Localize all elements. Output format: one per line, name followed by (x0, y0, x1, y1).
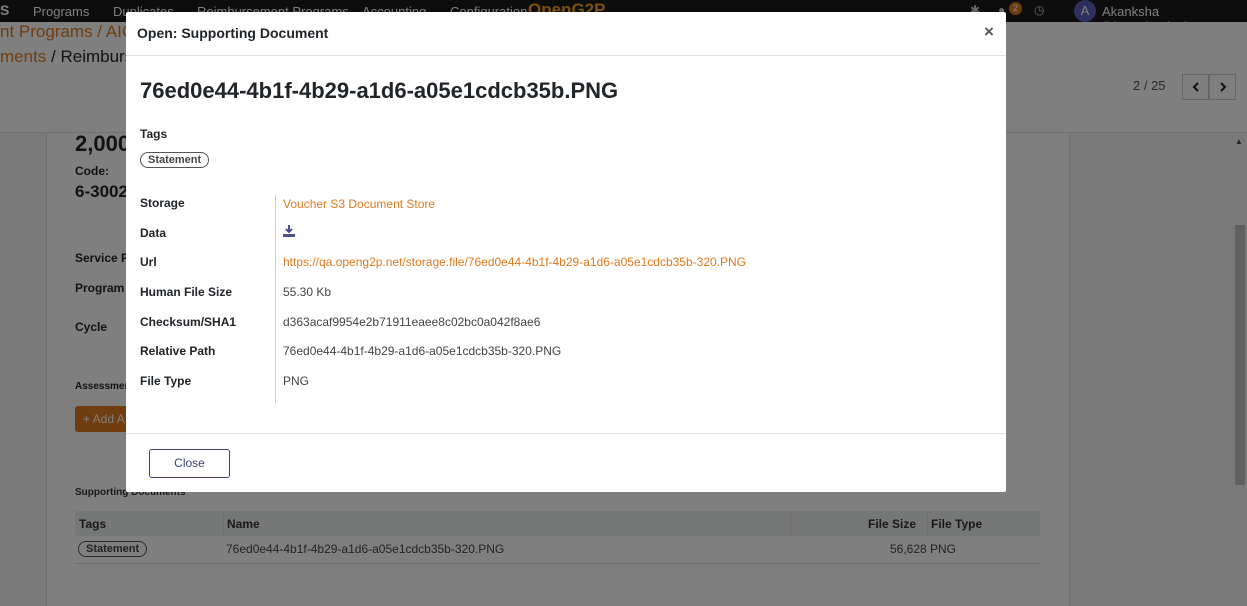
storage-link[interactable]: Voucher S3 Document Store (283, 197, 435, 211)
tags-label: Tags (140, 127, 168, 141)
relative-path-label: Relative Path (140, 344, 216, 358)
field-separator (275, 195, 276, 403)
dialog-footer: Close (126, 433, 1006, 492)
data-label: Data (140, 226, 167, 240)
storage-label: Storage (140, 196, 185, 210)
file-type-value: PNG (283, 374, 310, 388)
checksum-value: d363acaf9954e2b71911eaee8c02bc0a042f8ae6 (283, 315, 541, 329)
url-label: Url (140, 255, 157, 269)
document-dialog: Open: Supporting Document × 76ed0e44-4b1… (126, 12, 1006, 492)
download-button[interactable] (283, 225, 295, 240)
dialog-header: Open: Supporting Document × (126, 12, 1006, 56)
close-button[interactable]: Close (149, 449, 230, 478)
file-type-label: File Type (140, 374, 192, 388)
download-icon (283, 225, 295, 237)
human-file-size-value: 55.30 Kb (283, 285, 332, 299)
url-link[interactable]: https://qa.openg2p.net/storage.file/76ed… (283, 255, 746, 269)
relative-path-value: 76ed0e44-4b1f-4b29-a1d6-a05e1cdcb35b-320… (283, 344, 562, 358)
checksum-label: Checksum/SHA1 (140, 315, 237, 329)
document-name: 76ed0e44-4b1f-4b29-a1d6-a05e1cdcb35b.PNG (140, 78, 619, 103)
tag-badge[interactable]: Statement (140, 152, 210, 168)
dialog-title: Open: Supporting Document (137, 25, 329, 41)
close-icon[interactable]: × (984, 22, 994, 42)
human-file-size-label: Human File Size (140, 285, 233, 299)
